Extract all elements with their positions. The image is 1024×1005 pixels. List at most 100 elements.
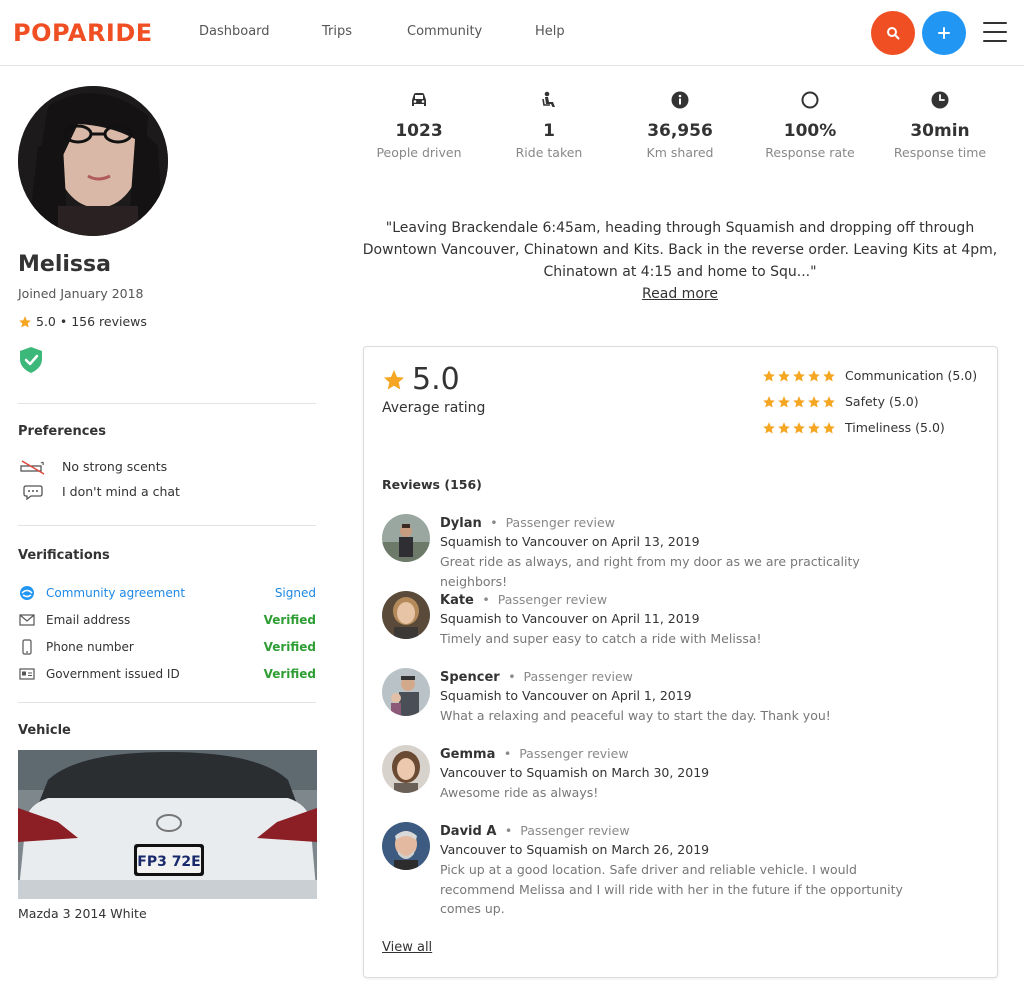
verified-shield-icon [20, 347, 42, 373]
overall-rating: 5.0 [382, 363, 460, 397]
verification-status: Verified [263, 640, 316, 654]
stat-label: Km shared [646, 145, 714, 160]
review-text: What a relaxing and peaceful way to star… [440, 708, 831, 723]
review-type: Passenger review [497, 592, 608, 607]
rating-category: Communication (5.0) [762, 368, 977, 384]
reviewer-avatar[interactable] [382, 668, 430, 716]
rating-category-label: Safety (5.0) [845, 394, 919, 409]
star-icon [384, 370, 404, 390]
profile-avatar [18, 86, 168, 236]
review-route: Vancouver to Squamish on March 30, 2019 [440, 765, 710, 780]
reviews-card: 5.0 Average rating Communication (5.0) S… [363, 346, 998, 978]
nav-trips[interactable]: Trips [322, 24, 352, 40]
stat-value: 30min [910, 121, 970, 141]
reviewer-avatar[interactable] [382, 591, 430, 639]
community-agreement-link[interactable]: Community agreement [46, 585, 185, 601]
joined-date: Joined January 2018 [18, 286, 144, 301]
reviews-title: Reviews (156) [382, 477, 482, 492]
star-icon [778, 396, 790, 408]
star-icon [763, 422, 775, 434]
nav-help[interactable]: Help [535, 24, 565, 40]
star-rating [762, 395, 836, 409]
verification-status: Signed [274, 586, 316, 600]
no-scent-icon [18, 459, 48, 475]
star-icon [823, 370, 835, 382]
review-type: Passenger review [519, 746, 629, 761]
rating-category-label: Communication (5.0) [845, 368, 978, 383]
reviewer-avatar[interactable] [382, 822, 430, 870]
read-more-container: Read more [360, 284, 1000, 304]
divider [18, 702, 316, 703]
star-icon [823, 396, 835, 408]
review-text: Great ride as always, and right from my … [440, 554, 860, 589]
preferences-title: Preferences [18, 424, 106, 439]
chat-bubble-icon [18, 484, 48, 500]
verification-status: Verified [263, 667, 316, 681]
rating-category-label: Timeliness (5.0) [845, 420, 945, 435]
verification-community-agreement: Community agreement Signed [18, 585, 316, 601]
review-route: Squamish to Vancouver on April 1, 2019 [440, 688, 692, 703]
stat-value: 100% [783, 121, 837, 141]
view-all-reviews-link[interactable]: View all [382, 940, 432, 956]
verification-government-id: Government issued ID Verified [18, 666, 316, 682]
reviewer-name[interactable]: Gemma [440, 747, 495, 762]
car-icon [359, 90, 479, 110]
nav-dashboard[interactable]: Dashboard [199, 24, 270, 40]
search-button[interactable] [871, 11, 915, 55]
review-type: Passenger review [520, 823, 630, 838]
profile-name: Melissa [18, 252, 111, 277]
top-header: POPARIDE Dashboard Trips Community Help [0, 0, 1024, 66]
stat-label: Ride taken [515, 145, 583, 160]
seat-icon [489, 90, 609, 110]
star-icon [778, 422, 790, 434]
profile-rating-summary: 5.0 • 156 reviews [18, 314, 147, 330]
license-plate-text: FP3 72E [137, 854, 201, 870]
reviewer-name[interactable]: Kate [440, 593, 474, 608]
read-more-link[interactable]: Read more [642, 286, 718, 302]
preference-label: No strong scents [62, 459, 168, 474]
stat-label: People driven [376, 145, 462, 160]
phone-icon [18, 639, 36, 655]
review-route: Vancouver to Squamish on March 26, 2019 [440, 842, 710, 857]
star-icon [808, 370, 820, 382]
stat-km-shared: 36,956 Km shared [620, 90, 740, 162]
overall-rating-value: 5.0 [412, 362, 460, 397]
review-route: Squamish to Vancouver on April 11, 2019 [440, 611, 700, 626]
review-text: Awesome ride as always! [440, 785, 599, 800]
rating-category: Timeliness (5.0) [762, 420, 945, 436]
stat-people-driven: 1023 People driven [359, 90, 479, 162]
reviewer-avatar[interactable] [382, 514, 430, 562]
star-icon [793, 370, 805, 382]
stat-response-time: 30min Response time [880, 90, 1000, 162]
reviewer-avatar[interactable] [382, 745, 430, 793]
review-type: Passenger review [523, 669, 633, 684]
star-icon [808, 396, 820, 408]
search-icon [887, 27, 900, 40]
stat-value: 1023 [395, 121, 443, 141]
reviewer-name[interactable]: Dylan [440, 516, 482, 531]
nav-community[interactable]: Community [407, 24, 482, 40]
poparide-logo[interactable]: POPARIDE [13, 19, 153, 47]
verification-phone: Phone number Verified [18, 639, 316, 655]
verification-status: Verified [263, 613, 316, 627]
hamburger-menu-icon[interactable] [983, 22, 1007, 44]
star-rating [762, 421, 836, 435]
rating-summary-text: 5.0 • 156 reviews [36, 314, 147, 329]
bio-quote: "Leaving Brackendale 6:45am, heading thr… [362, 220, 998, 280]
star-icon [763, 396, 775, 408]
star-icon [793, 396, 805, 408]
preference-item: I don't mind a chat [18, 484, 180, 500]
reviewer-name[interactable]: Spencer [440, 670, 500, 685]
offer-ride-button[interactable] [922, 11, 966, 55]
envelope-icon [18, 612, 36, 628]
clock-icon [880, 90, 1000, 110]
rating-category: Safety (5.0) [762, 394, 919, 410]
info-icon [620, 90, 740, 110]
star-icon [808, 422, 820, 434]
divider [18, 403, 316, 404]
average-rating-label: Average rating [382, 400, 486, 416]
review-route: Squamish to Vancouver on April 13, 2019 [440, 534, 700, 549]
star-rating [762, 369, 836, 383]
vehicle-photo: FP3 72E [18, 750, 317, 899]
reviewer-name[interactable]: David A [440, 824, 496, 839]
